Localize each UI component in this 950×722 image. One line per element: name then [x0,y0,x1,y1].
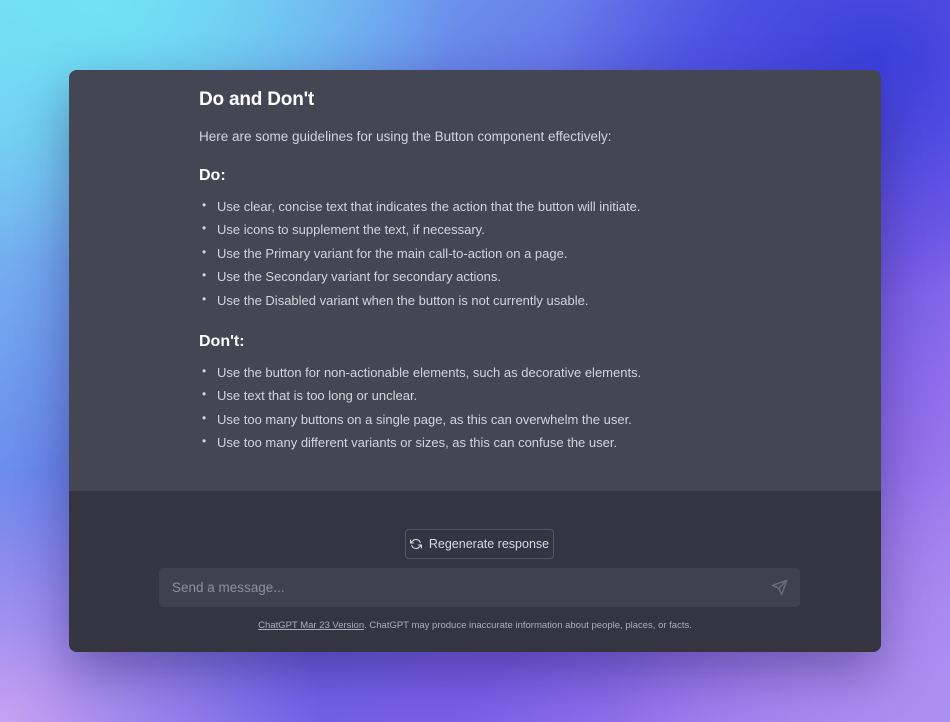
chat-window: Do and Don't Here are some guidelines fo… [69,70,881,652]
list-item: Use clear, concise text that indicates t… [199,194,759,218]
do-heading: Do: [199,167,226,184]
list-item: Use the button for non-actionable elemen… [199,360,759,384]
regenerate-response-button[interactable]: Regenerate response [405,529,554,559]
list-item: Use the Secondary variant for secondary … [199,264,759,288]
list-item: Use text that is too long or unclear. [199,383,759,407]
list-item: Use icons to supplement the text, if nec… [199,217,759,241]
regenerate-label: Regenerate response [428,537,550,551]
assistant-message: Do and Don't Here are some guidelines fo… [69,70,881,491]
composer-area: Regenerate response ChatGPT Mar 23 Versi… [69,491,881,652]
message-intro: Here are some guidelines for using the B… [199,129,612,144]
message-body: Do and Don't Here are some guidelines fo… [199,88,759,455]
list-item: Use too many different variants or sizes… [199,430,759,454]
send-icon[interactable] [771,579,788,596]
list-item: Use the Disabled variant when the button… [199,288,759,312]
disclaimer-text: . ChatGPT may produce inaccurate informa… [364,620,692,631]
dont-list: Use the button for non-actionable elemen… [199,360,759,455]
list-item: Use too many buttons on a single page, a… [199,407,759,431]
dont-heading: Don't: [199,333,245,351]
list-item: Use the Primary variant for the main cal… [199,241,759,265]
message-input[interactable] [159,568,759,607]
message-heading: Do and Don't [199,89,315,110]
message-input-container [159,568,800,607]
footer-disclaimer: ChatGPT Mar 23 Version. ChatGPT may prod… [69,620,881,631]
version-link[interactable]: ChatGPT Mar 23 Version [258,620,364,631]
do-list: Use clear, concise text that indicates t… [199,194,759,312]
refresh-icon [409,538,422,550]
